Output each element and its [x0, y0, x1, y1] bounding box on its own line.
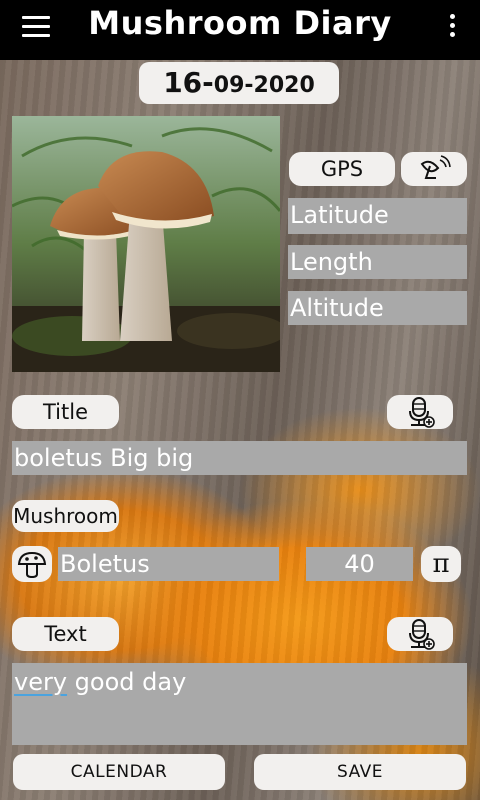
- satellite-dish-button[interactable]: [401, 152, 467, 186]
- more-vert-icon[interactable]: [448, 14, 456, 44]
- app-bar: Mushroom Diary: [0, 0, 480, 60]
- mushroom-label: Mushroom: [12, 500, 119, 532]
- pi-button[interactable]: π: [421, 546, 461, 582]
- length-field[interactable]: Length: [288, 245, 467, 279]
- mushroom-icon: [17, 551, 47, 579]
- date-day: 16-: [163, 66, 214, 99]
- mushroom-photo[interactable]: [12, 116, 280, 372]
- save-button[interactable]: SAVE: [254, 754, 466, 790]
- text-label: Text: [12, 617, 119, 651]
- title-input[interactable]: boletus Big big: [12, 441, 467, 475]
- microphone-add-icon: [409, 397, 435, 428]
- mushroom-picker-button[interactable]: [12, 546, 52, 582]
- mushroom-name-field[interactable]: Boletus: [58, 547, 279, 581]
- calendar-button[interactable]: CALENDAR: [13, 754, 225, 790]
- text-input-first-word: very: [14, 668, 68, 696]
- latitude-field[interactable]: Latitude: [288, 198, 467, 234]
- microphone-add-icon: [409, 619, 435, 650]
- title-label: Title: [12, 395, 119, 429]
- date-month-year: 09-2020: [213, 73, 315, 98]
- altitude-field[interactable]: Altitude: [288, 291, 467, 325]
- text-input-rest: good day: [67, 668, 187, 696]
- text-mic-button[interactable]: [387, 617, 453, 651]
- gps-button[interactable]: GPS: [289, 152, 395, 186]
- app-title: Mushroom Diary: [88, 4, 392, 42]
- satellite-dish-icon: [420, 155, 451, 179]
- mushroom-count-field[interactable]: 40: [306, 547, 413, 581]
- title-mic-button[interactable]: [387, 395, 453, 429]
- date-display[interactable]: 16-09-2020: [139, 62, 339, 104]
- text-input[interactable]: very good day: [12, 663, 467, 745]
